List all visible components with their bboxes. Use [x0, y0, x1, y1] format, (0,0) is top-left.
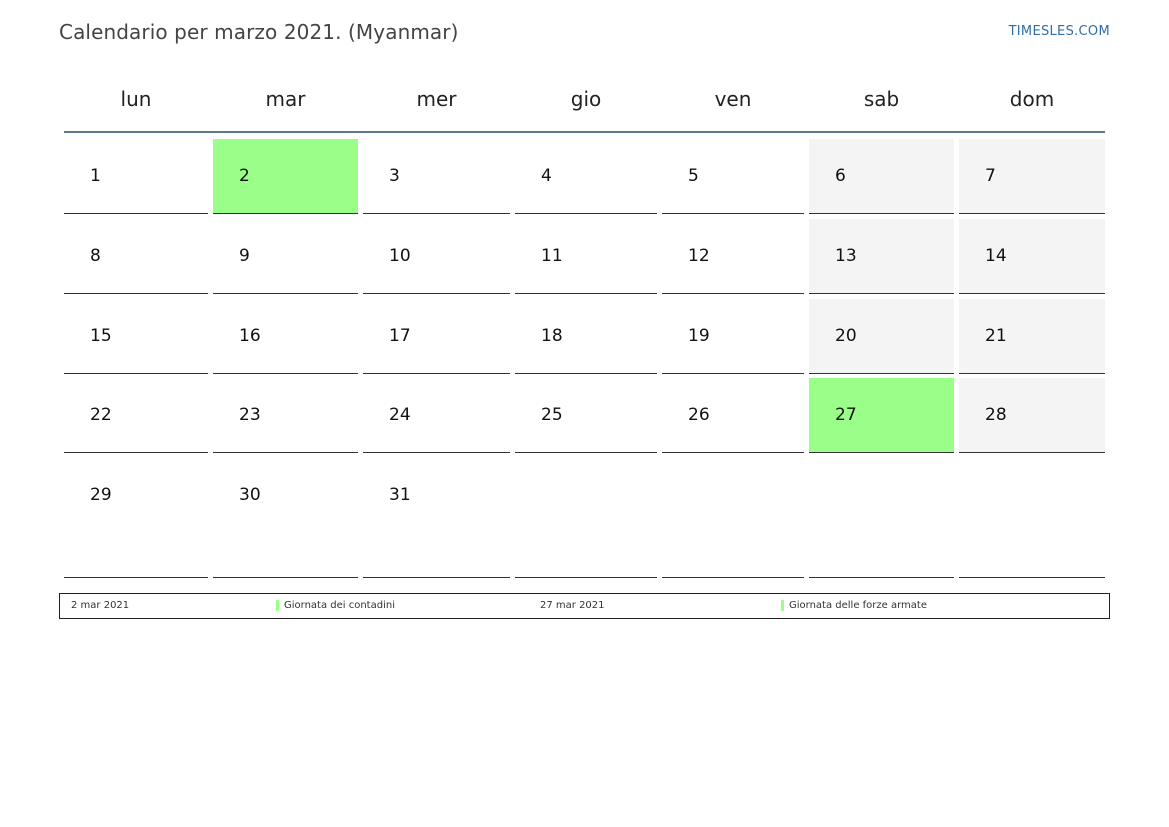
- day-cell: 19: [662, 299, 804, 374]
- day-cell: 29: [64, 458, 208, 578]
- day-number: 19: [688, 326, 710, 346]
- day-cell: 11: [515, 219, 657, 294]
- day-number: 12: [688, 246, 710, 266]
- day-cell: 6: [809, 139, 954, 214]
- day-number: 8: [90, 246, 101, 266]
- day-number: 28: [985, 405, 1007, 425]
- day-cell: 20: [809, 299, 954, 374]
- day-cell: 24: [363, 378, 510, 453]
- weekday-label: ven: [714, 87, 752, 111]
- day-number: 20: [835, 326, 857, 346]
- day-number: 6: [835, 166, 846, 186]
- day-number: 14: [985, 246, 1007, 266]
- day-number: 29: [90, 485, 112, 505]
- day-cell: 1: [64, 139, 208, 214]
- day-cell: 14: [959, 219, 1105, 294]
- day-number: 7: [985, 166, 996, 186]
- day-number: 23: [239, 405, 261, 425]
- day-cell: 30: [213, 458, 358, 578]
- day-number: 15: [90, 326, 112, 346]
- empty-day-cell: [809, 458, 954, 578]
- day-number: 1: [90, 166, 101, 186]
- day-number: 13: [835, 246, 857, 266]
- legend-color-swatch: [276, 600, 279, 611]
- weekday-header: lun mar mer gio ven sab dom: [64, 78, 1105, 120]
- day-number: 25: [541, 405, 563, 425]
- day-number: 17: [389, 326, 411, 346]
- day-cell: 3: [363, 139, 510, 214]
- day-cell: 12: [662, 219, 804, 294]
- weekday-label: mar: [265, 87, 306, 111]
- holiday-day-cell: 2: [213, 139, 358, 214]
- weekday-label: lun: [120, 87, 152, 111]
- day-number: 30: [239, 485, 261, 505]
- legend-holiday-name: Giornata delle forze armate: [789, 600, 927, 611]
- legend-date: 27 mar 2021: [540, 600, 605, 611]
- day-cell: 13: [809, 219, 954, 294]
- legend-holiday-name: Giornata dei contadini: [284, 600, 395, 611]
- day-number: 27: [835, 405, 857, 425]
- page-title: Calendario per marzo 2021. (Myanmar): [59, 20, 459, 44]
- site-link[interactable]: TIMESLES.COM: [1009, 24, 1110, 39]
- day-cell: 22: [64, 378, 208, 453]
- day-number: 11: [541, 246, 563, 266]
- legend-date: 2 mar 2021: [71, 600, 130, 611]
- day-number: 4: [541, 166, 552, 186]
- day-number: 16: [239, 326, 261, 346]
- day-cell: 31: [363, 458, 510, 578]
- day-number: 5: [688, 166, 699, 186]
- day-cell: 17: [363, 299, 510, 374]
- empty-day-cell: [959, 458, 1105, 578]
- day-cell: 25: [515, 378, 657, 453]
- empty-day-cell: [515, 458, 657, 578]
- day-cell: 7: [959, 139, 1105, 214]
- empty-day-cell: [662, 458, 804, 578]
- weekday-label: dom: [1009, 87, 1055, 111]
- weekday-label: mer: [416, 87, 457, 111]
- day-cell: 28: [959, 378, 1105, 453]
- day-number: 21: [985, 326, 1007, 346]
- day-number: 10: [389, 246, 411, 266]
- day-cell: 16: [213, 299, 358, 374]
- day-number: 9: [239, 246, 250, 266]
- day-cell: 15: [64, 299, 208, 374]
- weekday-label: sab: [863, 87, 900, 111]
- legend-color-swatch: [781, 600, 784, 611]
- holiday-legend: 2 mar 2021 Giornata dei contadini 27 mar…: [59, 593, 1110, 619]
- day-number: 2: [239, 166, 250, 186]
- day-cell: 18: [515, 299, 657, 374]
- header-divider: [64, 131, 1105, 133]
- day-cell: 5: [662, 139, 804, 214]
- day-cell: 9: [213, 219, 358, 294]
- day-number: 24: [389, 405, 411, 425]
- day-number: 22: [90, 405, 112, 425]
- weekday-label: gio: [570, 87, 602, 111]
- day-number: 26: [688, 405, 710, 425]
- holiday-day-cell: 27: [809, 378, 954, 453]
- day-cell: 10: [363, 219, 510, 294]
- day-number: 3: [389, 166, 400, 186]
- day-cell: 8: [64, 219, 208, 294]
- day-number: 31: [389, 485, 411, 505]
- day-cell: 26: [662, 378, 804, 453]
- day-number: 18: [541, 326, 563, 346]
- day-cell: 4: [515, 139, 657, 214]
- day-cell: 21: [959, 299, 1105, 374]
- day-cell: 23: [213, 378, 358, 453]
